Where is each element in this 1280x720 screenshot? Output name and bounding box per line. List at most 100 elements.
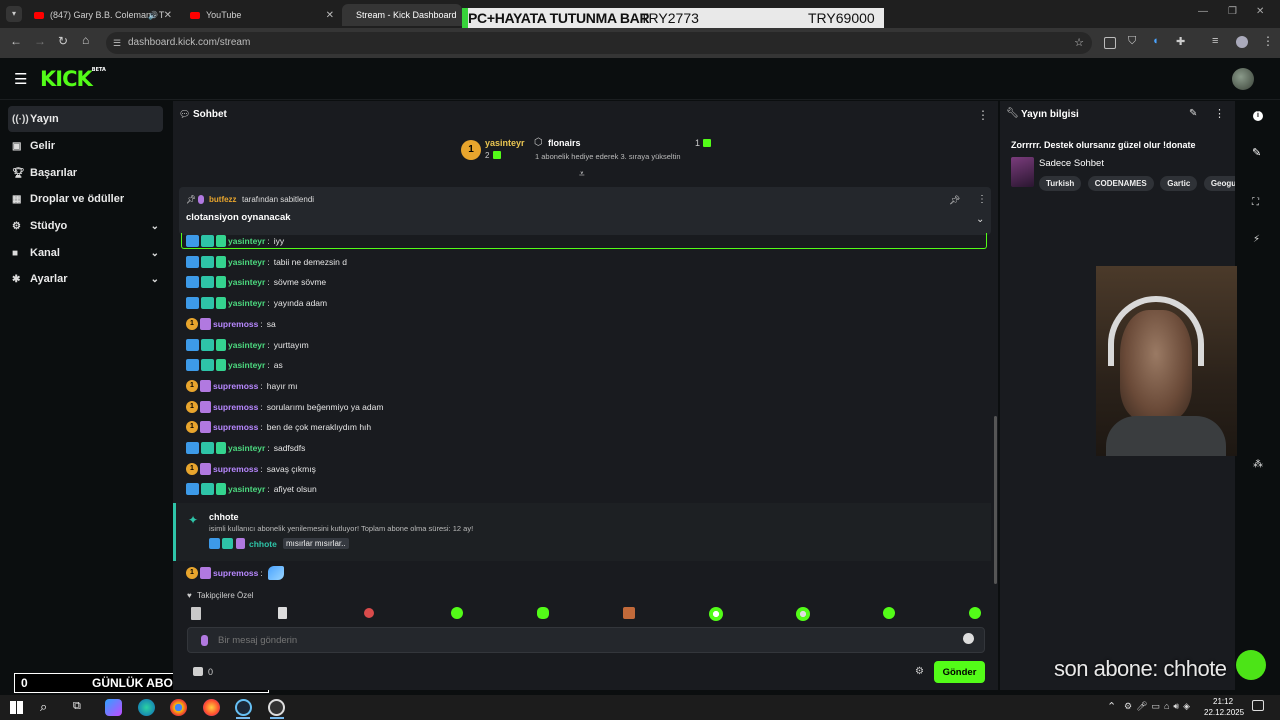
emote-wink-icon[interactable] [969, 607, 981, 619]
sidebar-item-yayin[interactable]: ((·)) Yayın [8, 106, 163, 132]
chat-scrollbar[interactable] [994, 416, 997, 584]
chat-username[interactable]: yasinteyr [228, 340, 265, 350]
chat-username[interactable]: supremoss [213, 568, 258, 578]
chat-message[interactable]: yasinteyr: sadfsdfs [186, 440, 305, 456]
send-button[interactable]: Gönder [934, 661, 985, 683]
windows-start-icon[interactable] [10, 701, 23, 714]
chat-username[interactable]: supremoss [213, 422, 258, 432]
chat-input-box[interactable] [187, 627, 985, 653]
chat-username[interactable]: supremoss [213, 464, 258, 474]
edit-icon[interactable]: ✎ [1252, 146, 1261, 159]
chat-message[interactable]: yasinteyr: yayında adam [186, 295, 327, 311]
notification-icon[interactable] [1252, 700, 1264, 711]
emoji-picker-icon[interactable] [963, 633, 974, 644]
info-menu-icon[interactable]: ⋮ [1214, 107, 1225, 120]
reload-icon[interactable]: ↻ [58, 34, 68, 48]
chat-message[interactable]: 1 supremoss: ben de çok meraklıydım hıh [186, 419, 371, 435]
sidebar-item-studyo[interactable]: ⚙ Stüdyo ⌄ [8, 213, 163, 239]
bookmark-star-icon[interactable]: ☆ [1074, 32, 1084, 54]
resub-user[interactable]: chhote [209, 512, 239, 522]
edge-icon[interactable] [138, 699, 155, 716]
chat-username[interactable]: yasinteyr [228, 443, 265, 453]
chat-message[interactable]: yasinteyr: afiyet olsun [186, 481, 317, 497]
connections-icon[interactable]: ⁂ [1253, 459, 1263, 470]
tray-chevron-icon[interactable]: ⌃ [1107, 700, 1116, 713]
emote-face-icon[interactable] [623, 607, 635, 619]
tab-search-icon[interactable]: ≡ [1212, 35, 1218, 47]
category-name[interactable]: Sadece Sohbet [1039, 158, 1104, 169]
audio-extension-icon[interactable]: ◖ [1152, 35, 1159, 47]
speaker-icon[interactable]: 🔊 [148, 11, 158, 20]
chat-message[interactable]: 1 supremoss: [186, 565, 284, 581]
tag-chip[interactable]: CODENAMES [1087, 176, 1154, 191]
chat-username[interactable]: supremoss [213, 402, 258, 412]
chat-message[interactable]: yasinteyr: yurttayım [186, 337, 309, 353]
chat-username[interactable]: supremoss [213, 381, 258, 391]
tab-list-dropdown-icon[interactable]: ▾ [6, 6, 22, 22]
sidebar-item-gelir[interactable]: ▣ Gelir [8, 133, 163, 159]
unpin-icon[interactable]: 📌︎ [949, 195, 960, 206]
emote-frog-icon[interactable] [451, 607, 463, 619]
chevron-down-icon[interactable]: ⌄ [976, 214, 984, 225]
clock-date[interactable]: 22.12.2025 [1204, 708, 1244, 717]
chat-message[interactable]: yasinteyr: iyy [186, 233, 284, 249]
close-window-icon[interactable]: ✕ [1256, 6, 1264, 17]
hamburger-menu-icon[interactable]: ☰ [14, 70, 27, 88]
sidebar-item-basarilar[interactable]: 🏆︎ Başarılar [8, 160, 163, 186]
close-icon[interactable]: ✕ [326, 10, 334, 21]
chat-username[interactable]: yasinteyr [228, 298, 265, 308]
tag-chip[interactable]: Turkish [1039, 176, 1082, 191]
emote-ball-icon[interactable] [709, 607, 723, 621]
sidebar-item-droplar[interactable]: ▦ Droplar ve ödüller [8, 186, 163, 212]
shield-icon[interactable]: ⛉ [1128, 35, 1136, 48]
pinned-message[interactable]: 📌︎ butfezz tarafından sabitlendi clotans… [179, 187, 991, 235]
chat-username[interactable]: yasinteyr [228, 277, 265, 287]
chat-message[interactable]: 1 supremoss: sorularımı beğenmiyo ya adam [186, 399, 383, 415]
sidebar-item-ayarlar[interactable]: ✱ Ayarlar ⌄ [8, 266, 163, 292]
chat-username[interactable]: supremoss [213, 319, 258, 329]
sidebar-item-kanal[interactable]: ■ Kanal ⌄ [8, 240, 163, 266]
emote-apple-icon[interactable] [364, 608, 374, 618]
fullscreen-icon[interactable]: ⛶ [1252, 197, 1259, 208]
kick-points-icon[interactable] [193, 667, 203, 676]
chat-message-input[interactable] [218, 632, 938, 649]
chat-menu-icon[interactable]: ⋮ [977, 108, 989, 122]
collapse-leaderboard-icon[interactable]: ⩡ [579, 169, 585, 180]
chat-username[interactable]: yasinteyr [228, 236, 265, 246]
pinned-menu-icon[interactable]: ⋮ [977, 194, 987, 205]
puzzle-icon[interactable]: ✚ [1176, 35, 1185, 48]
leaderboard-user[interactable]: yasinteyr [485, 138, 525, 148]
chat-settings-icon[interactable]: ⚙ [915, 666, 924, 677]
chat-message[interactable]: 1 supremoss: sa [186, 316, 276, 332]
emote-clover-icon[interactable] [796, 607, 810, 621]
tab-kick-dashboard[interactable]: Stream - Kick Dashboard [342, 4, 462, 26]
tab-youtube-music[interactable]: (847) Gary B.B. Coleman - T 🔊 ✕ [26, 4, 178, 26]
chat-username[interactable]: yasinteyr [228, 257, 265, 267]
forward-icon[interactable]: → [34, 34, 46, 48]
gift-leader-user[interactable]: flonairs [548, 138, 581, 148]
search-icon[interactable]: ⌕ [40, 699, 47, 715]
steam-icon[interactable] [235, 699, 252, 716]
site-info-icon[interactable]: ☰ [113, 32, 121, 54]
emote-cup-icon[interactable] [191, 607, 201, 620]
resub-message-user[interactable]: chhote [249, 539, 277, 549]
chat-username[interactable]: yasinteyr [228, 360, 265, 370]
minimize-icon[interactable]: — [1198, 6, 1208, 17]
address-bar[interactable]: ☰ dashboard.kick.com/stream ☆ [106, 32, 1092, 54]
tab-youtube[interactable]: YouTube ✕ [182, 4, 340, 26]
extension-icon[interactable] [1104, 37, 1116, 49]
edit-pencil-icon[interactable]: ✎ [1189, 108, 1197, 119]
highlighted-message-row[interactable] [181, 233, 987, 249]
back-icon[interactable]: ← [10, 34, 22, 48]
tray-icons[interactable]: ⚙🎤︎▭⌂🔊︎◈ [1124, 701, 1194, 712]
tag-chip[interactable]: Geogue [1203, 176, 1235, 191]
chat-message[interactable]: 1 supremoss: hayır mı [186, 378, 297, 394]
kick-logo[interactable]: KICKBETA [40, 67, 106, 91]
home-icon[interactable]: ⌂ [82, 33, 89, 47]
task-view-icon[interactable]: ⧉ [73, 700, 81, 713]
info-icon[interactable]: i [1253, 111, 1263, 121]
maximize-icon[interactable]: ❐ [1228, 6, 1237, 17]
emote-smile-icon[interactable] [883, 607, 895, 619]
chat-message[interactable]: yasinteyr: as [186, 357, 283, 373]
close-icon[interactable]: ✕ [164, 10, 172, 21]
